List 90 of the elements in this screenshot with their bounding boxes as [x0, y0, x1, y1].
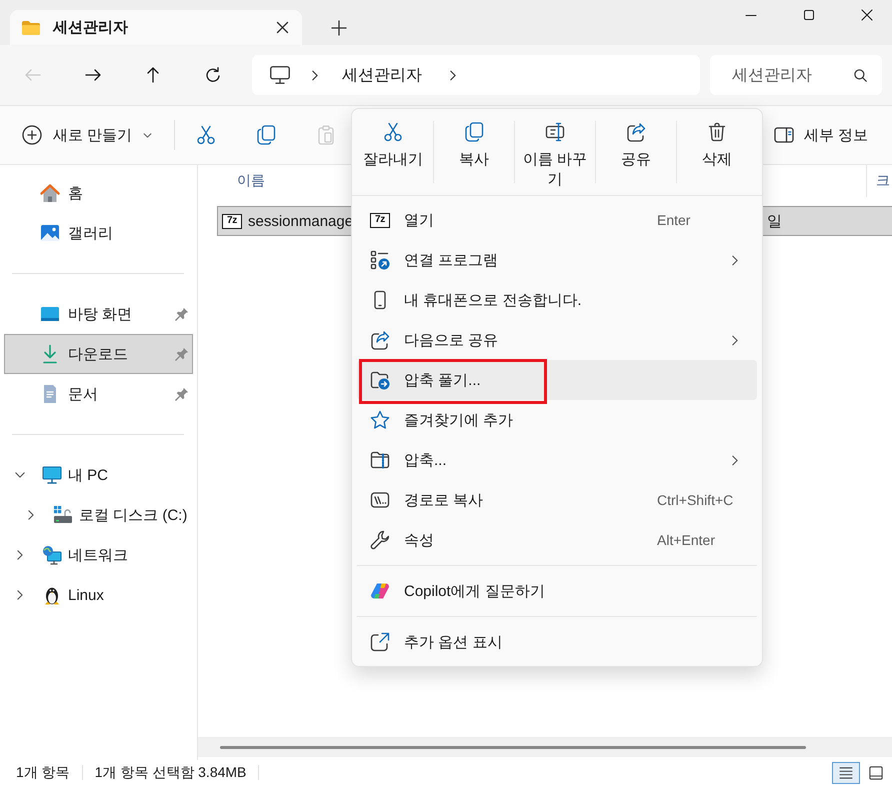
pin-icon[interactable]	[175, 307, 189, 321]
sidebar-item[interactable]: 홈	[4, 173, 193, 213]
selection-info: 1개 항목 선택함 3.84MB	[94, 764, 246, 782]
search-field[interactable]: 세션관리자	[710, 55, 882, 95]
tree-item[interactable]: Linux	[4, 575, 193, 615]
archive-badge: 7z	[370, 212, 390, 228]
menu-item[interactable]: 7z 열기 Enter	[357, 200, 757, 240]
text-cursor-icon	[545, 122, 565, 142]
chevron-right-icon[interactable]	[312, 70, 318, 80]
tile-view-icon	[869, 766, 883, 780]
forward-arrow-icon[interactable]	[85, 67, 101, 83]
multicolor-logo-icon	[370, 581, 390, 601]
sidebar-item[interactable]: 다운로드	[4, 334, 193, 374]
file-type: 일	[767, 212, 782, 230]
star-icon	[370, 410, 390, 430]
address-field[interactable]: 세션관리자	[252, 55, 700, 95]
chevron-down-icon[interactable]	[15, 472, 25, 478]
plus-icon[interactable]	[332, 21, 346, 35]
sidebar-item[interactable]: 갤러리	[4, 213, 193, 253]
menu-item[interactable]: 추가 옵션 표시	[357, 622, 757, 662]
zip-folder-icon	[370, 450, 390, 470]
column-header[interactable]: 이름	[237, 172, 265, 190]
trash-icon	[707, 122, 727, 142]
wrench-icon	[370, 530, 390, 550]
tree-item[interactable]: 내 PC	[4, 455, 193, 495]
close-icon[interactable]	[862, 10, 872, 20]
menu-item[interactable]: 내 휴대폰으로 전송합니다.	[357, 280, 757, 320]
app-list-icon	[370, 250, 390, 270]
list-icon	[839, 766, 853, 778]
share-icon	[370, 330, 390, 350]
column-header[interactable]: 크	[876, 172, 890, 190]
drive-icon	[53, 505, 73, 525]
menu-item[interactable]: 다음으로 공유	[357, 320, 757, 360]
maximize-icon[interactable]	[804, 10, 814, 20]
caret-icon	[143, 132, 152, 138]
picture-icon	[40, 223, 60, 243]
home-icon	[40, 183, 60, 203]
penguin-icon	[42, 585, 62, 605]
minimize-icon[interactable]	[746, 14, 756, 16]
tree-item[interactable]: 네트워크	[4, 535, 193, 575]
menu-item[interactable]: 압축...	[357, 440, 757, 480]
side-panel-icon	[774, 126, 794, 144]
menu-item[interactable]: 경로로 복사 Ctrl+Shift+C	[357, 480, 757, 520]
plus-circle-icon	[22, 125, 42, 145]
share-icon	[626, 122, 646, 142]
pin-icon[interactable]	[175, 387, 189, 401]
menu-item[interactable]: Copilot에게 질문하기	[357, 571, 757, 611]
folder-arrow-icon	[370, 370, 390, 390]
sidebar-item[interactable]: 문서	[4, 374, 193, 414]
keyboard-shortcut: Enter	[657, 212, 692, 228]
item-count: 1개 항목	[16, 764, 70, 782]
monitor-icon	[42, 465, 62, 485]
chevron-right-icon[interactable]	[450, 70, 456, 80]
menu-item[interactable]: 속성 Alt+Enter	[357, 520, 757, 560]
details-button[interactable]: 세부 정보	[764, 115, 878, 155]
file-name: sessionmanage	[248, 212, 354, 230]
details-view-button[interactable]	[832, 762, 860, 784]
share-button[interactable]: 공유	[596, 109, 676, 195]
rename-button[interactable]: 이름 바꾸기	[515, 109, 595, 195]
menu-item[interactable]: 즐겨찾기에 추가	[357, 400, 757, 440]
folder-icon	[22, 20, 40, 34]
desktop-icon	[40, 304, 60, 324]
chevron-right-icon[interactable]	[28, 510, 34, 520]
up-arrow-icon[interactable]	[145, 67, 161, 83]
keyboard-shortcut: Alt+Enter	[657, 532, 716, 548]
delete-button[interactable]: 삭제	[677, 109, 757, 195]
search-icon	[854, 68, 867, 82]
breadcrumb-segment[interactable]: 세션관리자	[342, 64, 422, 86]
copy-button[interactable]: 복사	[434, 109, 514, 195]
menu-item[interactable]: 연결 프로그램	[357, 240, 757, 280]
sidebar-item[interactable]: 바탕 화면	[4, 294, 193, 334]
chevron-right-icon[interactable]	[17, 590, 23, 600]
tree-item[interactable]: 로컬 디스크 (C:)	[4, 495, 193, 535]
refresh-icon[interactable]	[205, 67, 221, 83]
new-button[interactable]: 새로 만들기	[12, 115, 162, 155]
archive-badge: 7z	[222, 214, 242, 228]
scissors-icon	[383, 122, 403, 142]
cut-button[interactable]: 잘라내기	[353, 109, 433, 195]
chevron-right-icon[interactable]	[17, 550, 23, 560]
scrollbar-thumb[interactable]	[220, 746, 806, 748]
path-box-icon	[370, 490, 390, 510]
globe-monitor-icon	[42, 545, 62, 565]
keyboard-shortcut: Ctrl+Shift+C	[657, 492, 734, 508]
copy-icon	[464, 122, 484, 142]
scissors-icon[interactable]	[196, 125, 216, 145]
copy-icon[interactable]	[256, 125, 276, 145]
window-tab[interactable]: 세션관리자	[10, 10, 302, 45]
close-icon[interactable]	[277, 22, 288, 33]
monitor-icon	[270, 66, 290, 84]
box-arrow-icon	[370, 632, 390, 652]
